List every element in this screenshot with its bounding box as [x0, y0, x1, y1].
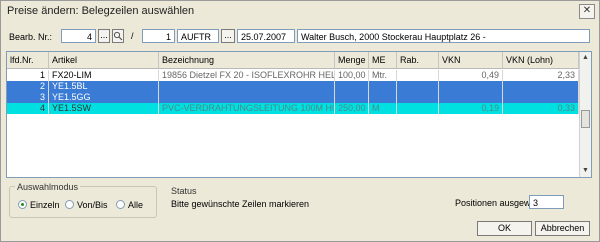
cell-me: M: [369, 103, 397, 114]
col-header-me[interactable]: ME: [369, 52, 397, 68]
col-header-bezeichnung[interactable]: Bezeichnung: [159, 52, 335, 68]
search-icon: [113, 31, 123, 41]
cell-rab: [397, 103, 439, 114]
doc-type-field[interactable]: AUFTR: [177, 29, 219, 43]
cell-vkn-lohn: [503, 81, 579, 92]
vertical-scrollbar[interactable]: ▲ ▼: [579, 52, 591, 177]
radio-einzeln-label[interactable]: Einzeln: [30, 200, 60, 210]
ok-button[interactable]: OK: [477, 221, 532, 236]
radio-von-bis[interactable]: [65, 200, 74, 209]
scroll-up-icon[interactable]: ▲: [581, 53, 590, 63]
line-items-table[interactable]: lfd.Nr. Artikel Bezeichnung Menge ME Rab…: [6, 51, 592, 178]
cell-bezeichnung: [159, 81, 335, 92]
cell-vkn-lohn: 0,33: [503, 103, 579, 114]
cell-menge: [335, 81, 369, 92]
doc-type-lookup-button[interactable]: ...: [221, 29, 235, 43]
radio-von-bis-label[interactable]: Von/Bis: [77, 200, 108, 210]
col-header-menge[interactable]: Menge: [335, 52, 369, 68]
col-header-artikel[interactable]: Artikel: [49, 52, 159, 68]
cell-bezeichnung: 19856 Dietzel FX 20 - ISOFLEXROHR HELLGR: [159, 70, 335, 81]
bearb-lookup-button[interactable]: ...: [98, 29, 110, 43]
cell-artikel: FX20-LIM: [49, 70, 159, 81]
cell-bezeichnung: PVC-VERDRAHTUNGSLEITUNG 100M H07V: [159, 103, 335, 114]
cell-rab: [397, 92, 439, 103]
status-message: Bitte gewünschte Zeilen markieren: [171, 199, 310, 209]
table-row[interactable]: 3 YE1.5GG: [7, 92, 579, 103]
cell-vkn: [439, 81, 503, 92]
col-header-nr[interactable]: lfd.Nr.: [7, 52, 49, 68]
cell-nr: 1: [7, 70, 49, 81]
sub-number-field[interactable]: 1: [142, 29, 175, 43]
title-bar: Preise ändern: Belegzeilen auswählen ✕: [1, 1, 599, 21]
cell-vkn: 0,19: [439, 103, 503, 114]
col-header-rab[interactable]: Rab.: [397, 52, 439, 68]
bearb-number-field[interactable]: 4: [61, 29, 96, 43]
radio-alle[interactable]: [116, 200, 125, 209]
cell-vkn: [439, 92, 503, 103]
col-header-vkn[interactable]: VKN: [439, 52, 503, 68]
date-field[interactable]: 25.07.2007: [237, 29, 295, 43]
window-title: Preise ändern: Belegzeilen auswählen: [7, 5, 195, 17]
close-icon: ✕: [582, 5, 592, 16]
cancel-button[interactable]: Abbrechen: [535, 221, 590, 236]
selection-mode-legend: Auswahlmodus: [15, 182, 81, 192]
cell-rab: [397, 70, 439, 81]
scroll-down-icon[interactable]: ▼: [581, 166, 590, 176]
cell-me: Mtr.: [369, 70, 397, 81]
cell-vkn-lohn: [503, 92, 579, 103]
cell-artikel: YE1.5SW: [49, 103, 159, 114]
positions-count-field: 3: [529, 195, 564, 209]
cell-menge: 250,00: [335, 103, 369, 114]
cell-artikel: YE1.5BL: [49, 81, 159, 92]
table-row[interactable]: 2 YE1.5BL: [7, 81, 579, 92]
col-header-vkn-lohn[interactable]: VKN (Lohn): [503, 52, 579, 68]
cell-bezeichnung: [159, 92, 335, 103]
customer-field: Walter Busch, 2000 Stockerau Hauptplatz …: [297, 29, 590, 43]
cell-menge: [335, 92, 369, 103]
cell-me: [369, 81, 397, 92]
status-title: Status: [171, 186, 197, 196]
cell-menge: 100,00: [335, 70, 369, 81]
scroll-thumb[interactable]: [581, 110, 590, 128]
radio-alle-label[interactable]: Alle: [128, 200, 143, 210]
search-button[interactable]: [112, 29, 124, 43]
table-row[interactable]: 1 FX20-LIM 19856 Dietzel FX 20 - ISOFLEXRO…: [7, 70, 579, 81]
dialog-window: Preise ändern: Belegzeilen auswählen ✕ B…: [0, 0, 600, 242]
cell-nr: 3: [7, 92, 49, 103]
close-button[interactable]: ✕: [579, 4, 595, 19]
table-header: lfd.Nr. Artikel Bezeichnung Menge ME Rab…: [7, 52, 579, 69]
cell-vkn: 0,49: [439, 70, 503, 81]
table-row[interactable]: 4 YE1.5SW PVC-VERDRAHTUNGSLEITUNG 100M H07…: [7, 103, 579, 114]
bearb-label: Bearb. Nr.:: [9, 32, 53, 42]
cell-vkn-lohn: 2,33: [503, 70, 579, 81]
cell-nr: 4: [7, 103, 49, 114]
cell-nr: 2: [7, 81, 49, 92]
radio-einzeln[interactable]: [18, 200, 27, 209]
slash-label: /: [131, 31, 134, 41]
cell-rab: [397, 81, 439, 92]
cell-artikel: YE1.5GG: [49, 92, 159, 103]
cell-me: [369, 92, 397, 103]
